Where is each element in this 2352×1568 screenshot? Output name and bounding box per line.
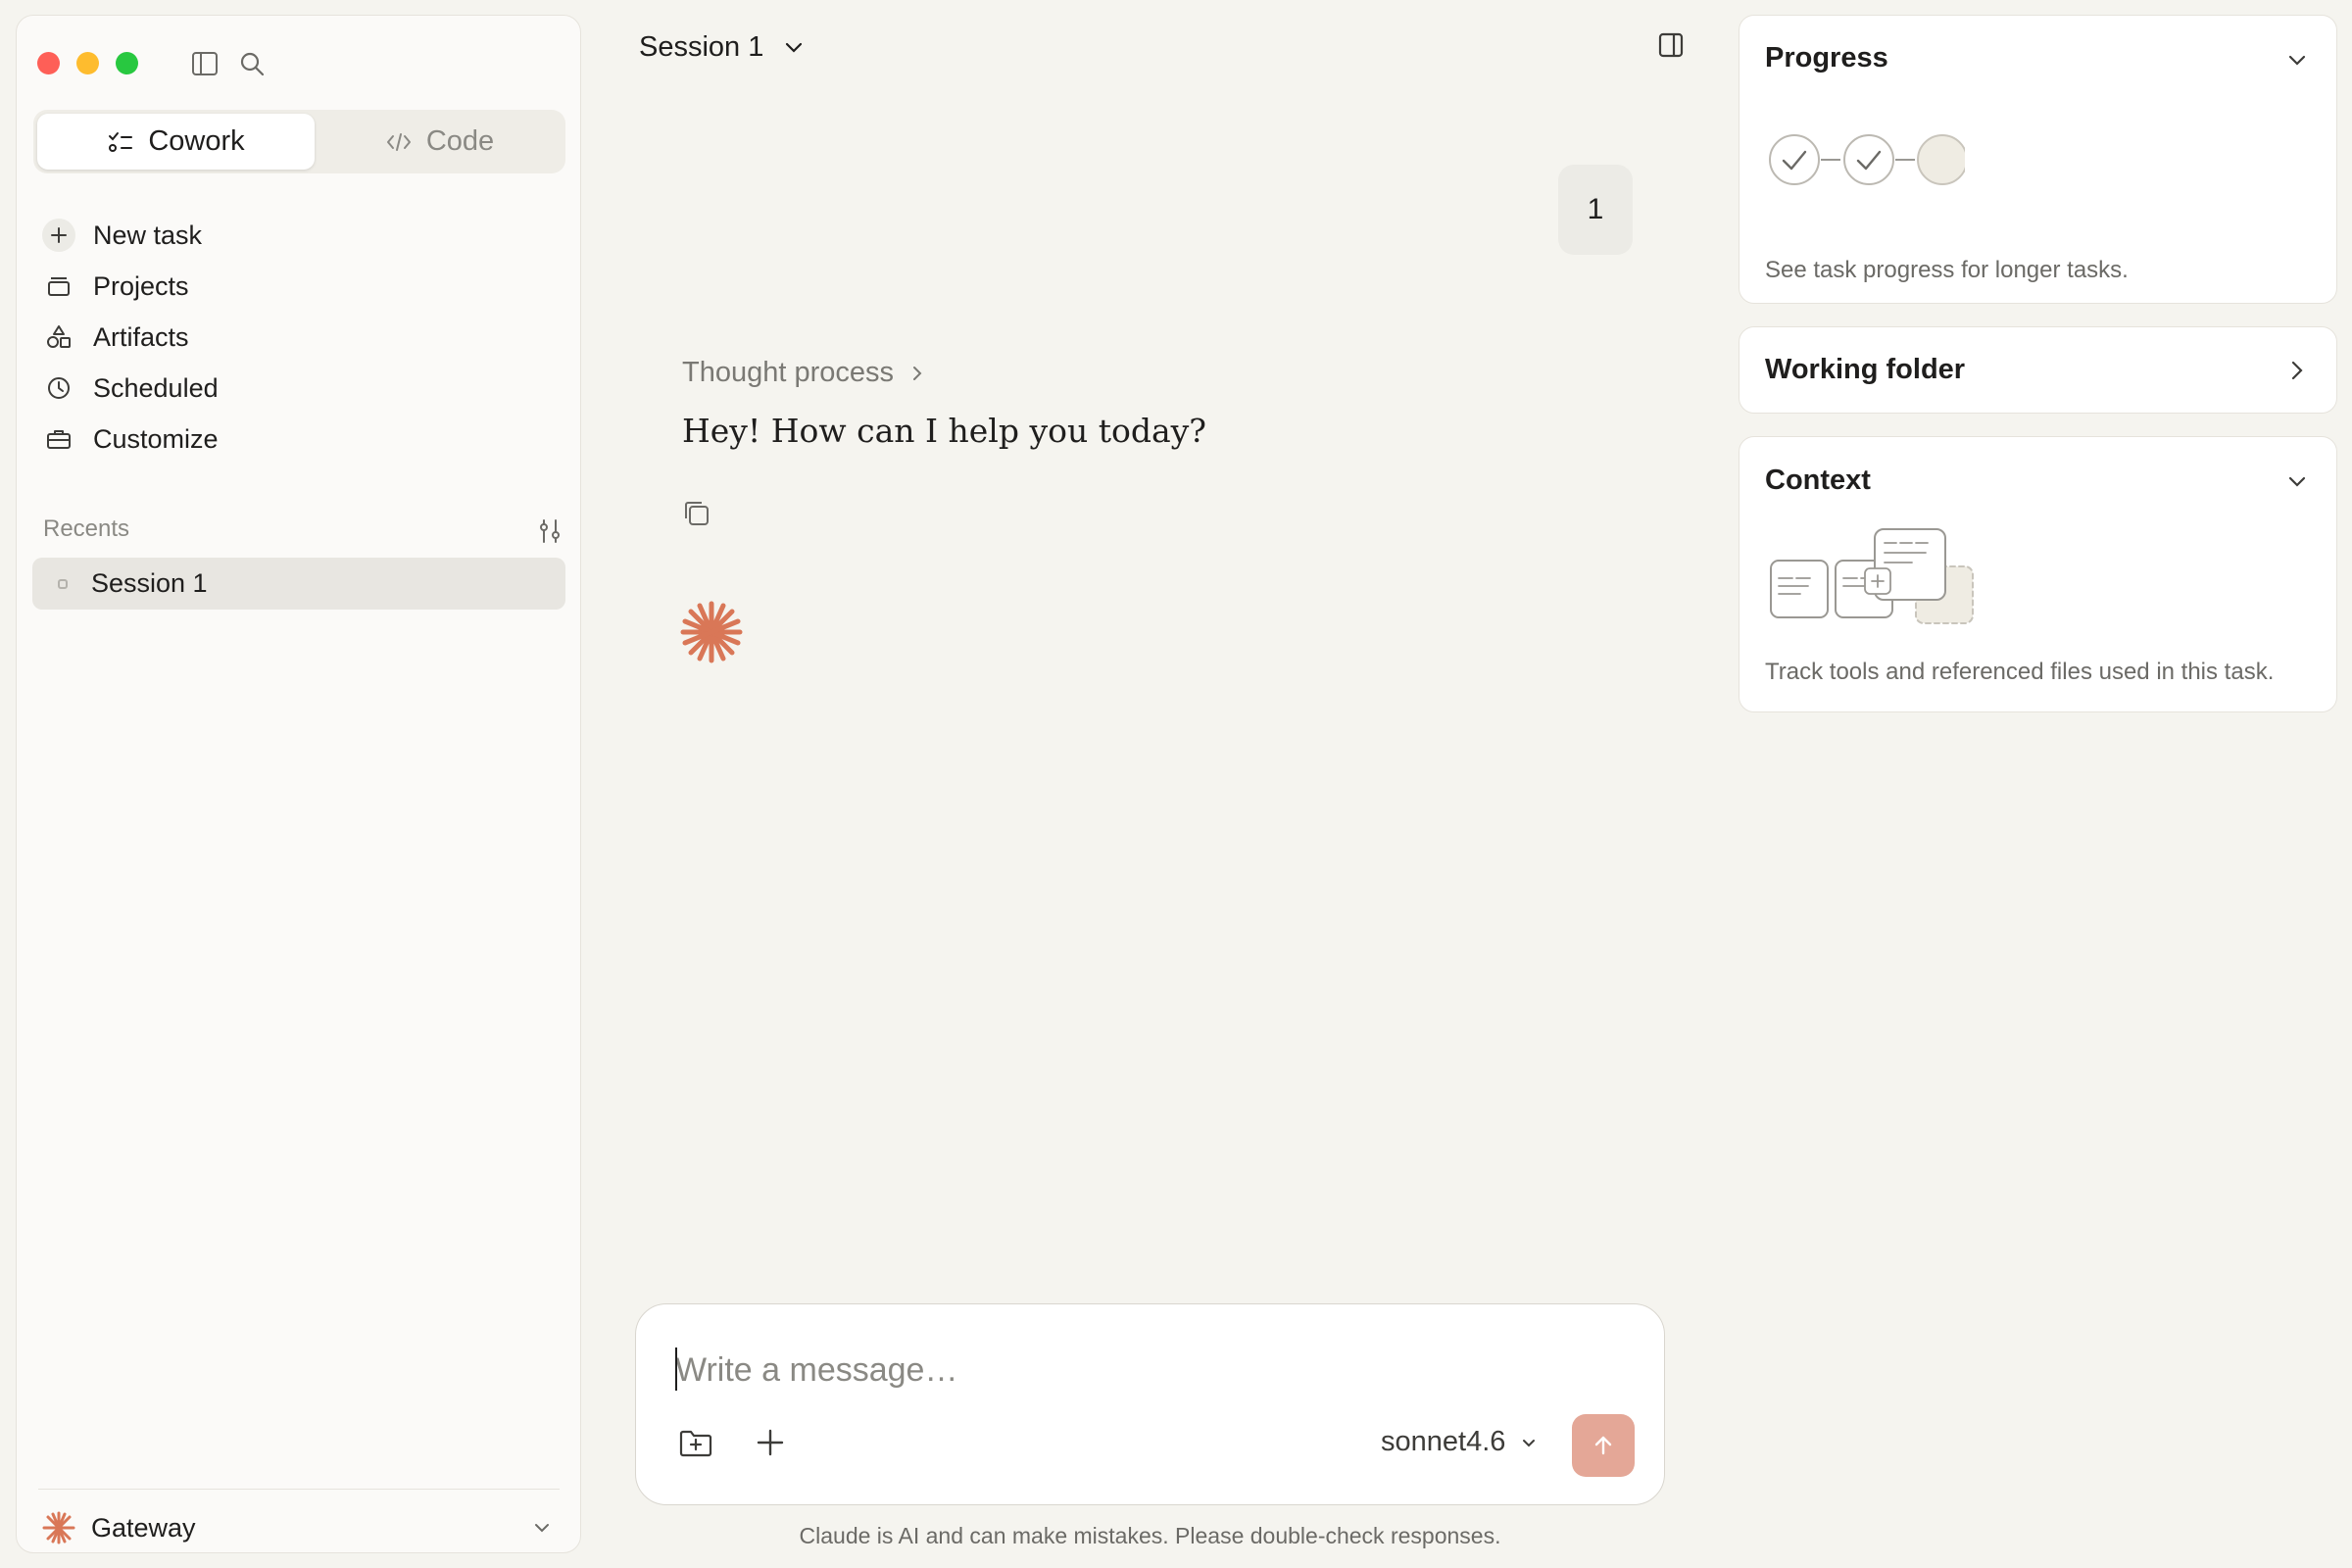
sidebar-item-label: Scheduled <box>93 372 219 403</box>
text-caret <box>675 1348 677 1391</box>
mode-code-button[interactable]: Code <box>318 114 562 170</box>
context-title: Context <box>1765 465 1871 496</box>
shapes-icon <box>42 320 75 354</box>
sidebar-item-label: Projects <box>93 270 189 301</box>
sidebar-item-label: Artifacts <box>93 321 189 352</box>
filter-icon[interactable] <box>536 517 564 545</box>
progress-steps-illustration <box>1769 132 1965 191</box>
recent-session-label: Session 1 <box>91 568 208 598</box>
context-files-illustration <box>1769 527 1975 625</box>
chevron-down-icon <box>530 1516 554 1540</box>
message-input[interactable] <box>675 1346 1596 1395</box>
gateway-label: Gateway <box>91 1512 196 1543</box>
model-selector[interactable]: sonnet4.6 <box>1381 1426 1539 1458</box>
sidebar-toggle-icon[interactable] <box>189 48 220 79</box>
sidebar-item-projects[interactable]: Projects <box>40 261 569 312</box>
window-close-button[interactable] <box>37 52 60 74</box>
sidebar-item-customize[interactable]: Customize <box>40 414 569 465</box>
session-title-dropdown[interactable]: Session 1 <box>639 27 807 67</box>
user-message-text: 1 <box>1587 193 1604 225</box>
sidebar-item-label: New task <box>93 220 203 250</box>
model-label: sonnet4.6 <box>1381 1426 1506 1457</box>
send-button[interactable] <box>1572 1414 1635 1477</box>
user-message-bubble: 1 <box>1558 165 1633 255</box>
mode-cowork-button[interactable]: Cowork <box>37 114 315 170</box>
recent-session-item[interactable]: Session 1 <box>32 558 565 610</box>
window-minimize-button[interactable] <box>76 52 99 74</box>
thought-process-label: Thought process <box>682 357 895 388</box>
clock-icon <box>42 371 75 405</box>
mode-code-label: Code <box>425 125 495 157</box>
sidebar-item-scheduled[interactable]: Scheduled <box>40 363 569 414</box>
claude-spark-icon <box>679 600 744 664</box>
briefcase-icon <box>42 422 75 456</box>
progress-title: Progress <box>1765 42 1888 74</box>
progress-card: Progress See task progress for longer ta… <box>1739 15 2337 304</box>
context-card: Context Track tools and referenced files… <box>1739 436 2337 712</box>
cowork-icon <box>107 128 134 156</box>
chevron-right-icon <box>907 364 927 383</box>
mode-cowork-label: Cowork <box>148 125 245 157</box>
right-panel-toggle-icon[interactable] <box>1656 30 1686 60</box>
code-icon <box>385 128 413 156</box>
arrow-up-icon <box>1591 1433 1616 1458</box>
folder-icon <box>42 270 75 303</box>
chevron-right-icon <box>2281 355 2313 386</box>
recents-heading: Recents <box>43 515 130 542</box>
sidebar: Cowork Code New task Projects Artifacts … <box>16 15 581 1553</box>
claude-spark-icon <box>42 1511 75 1544</box>
sidebar-item-label: Customize <box>93 423 219 454</box>
session-title: Session 1 <box>639 30 764 63</box>
window-zoom-button[interactable] <box>116 52 138 74</box>
message-composer: sonnet4.6 <box>635 1303 1665 1505</box>
add-folder-icon[interactable] <box>677 1424 714 1461</box>
sidebar-item-new-task[interactable]: New task <box>40 210 569 261</box>
mode-switch: Cowork Code <box>33 110 565 173</box>
chevron-down-icon <box>1519 1433 1539 1452</box>
sidebar-nav: New task Projects Artifacts Scheduled Cu… <box>40 210 569 465</box>
working-folder-title: Working folder <box>1765 354 1966 385</box>
context-description: Track tools and referenced files used in… <box>1765 659 2275 685</box>
assistant-reply: Hey! How can I help you today? <box>682 412 1206 450</box>
sidebar-item-artifacts[interactable]: Artifacts <box>40 312 569 363</box>
working-folder-card[interactable]: Working folder <box>1739 326 2337 414</box>
search-icon[interactable] <box>236 48 268 79</box>
progress-description: See task progress for longer tasks. <box>1765 257 2129 283</box>
plus-icon[interactable] <box>752 1424 789 1461</box>
gateway-selector[interactable]: Gateway <box>42 1505 562 1550</box>
thought-process-toggle[interactable]: Thought process <box>682 357 927 389</box>
sidebar-divider <box>38 1489 560 1490</box>
plus-icon <box>42 219 75 252</box>
chevron-down-icon[interactable] <box>2281 45 2313 76</box>
disclaimer: Claude is AI and can make mistakes. Plea… <box>799 1523 1501 1548</box>
session-status-icon <box>58 578 68 589</box>
chevron-down-icon[interactable] <box>2281 466 2313 498</box>
chevron-down-icon <box>781 34 807 60</box>
copy-icon[interactable] <box>680 497 713 530</box>
